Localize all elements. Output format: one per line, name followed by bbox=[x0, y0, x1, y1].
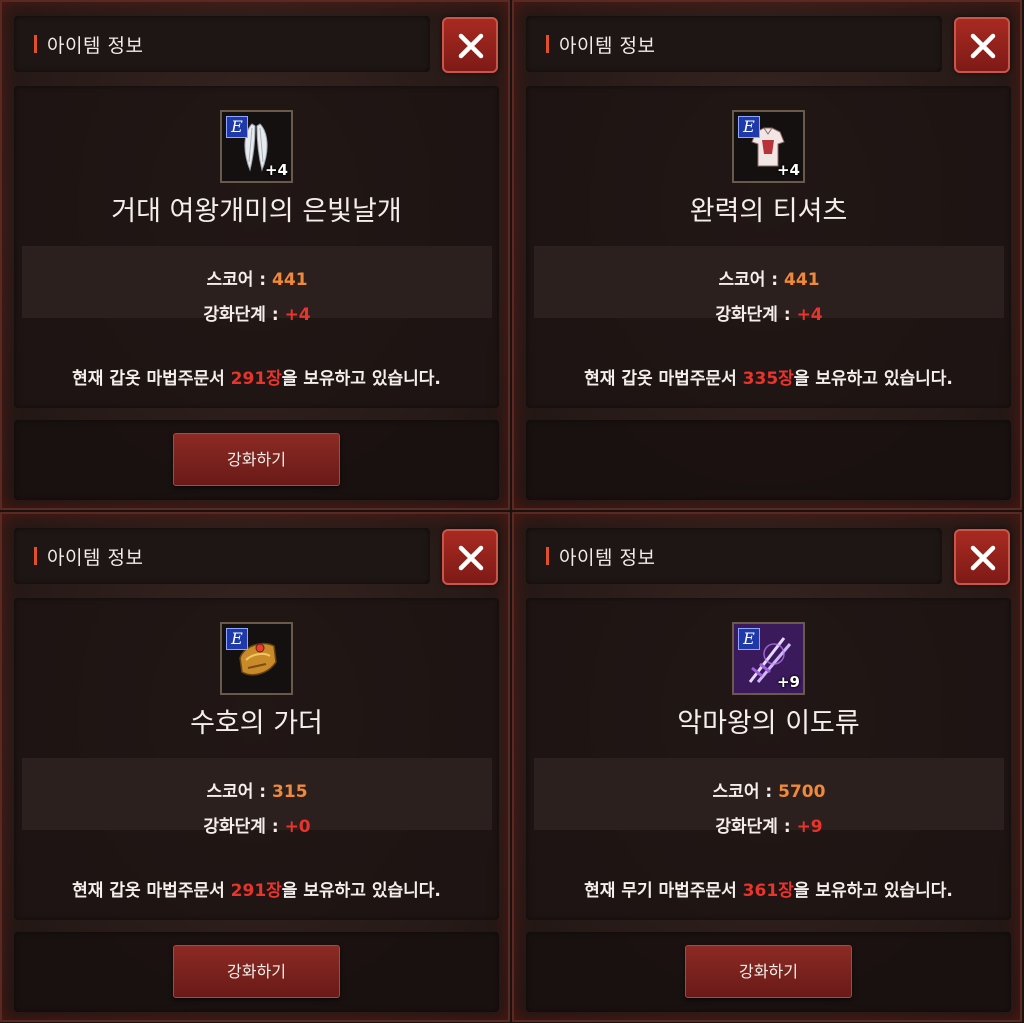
item-slot[interactable]: E bbox=[220, 622, 293, 695]
item-enhance-level: +9 bbox=[776, 673, 800, 691]
scroll-suffix: 을 보유하고 있습니다. bbox=[793, 881, 953, 901]
item-slot[interactable]: E +4 bbox=[732, 110, 805, 183]
action-box: 강화하기 bbox=[14, 420, 499, 500]
scroll-status: 현재 갑옷 마법주문서 335장을 보유하고 있습니다. bbox=[526, 364, 1011, 389]
scroll-count: 291장 bbox=[230, 369, 282, 389]
score-value: 441 bbox=[272, 270, 308, 290]
action-box: 강화하기 bbox=[14, 932, 499, 1012]
panel-title: 아이템 정보 bbox=[559, 547, 656, 569]
close-icon bbox=[970, 545, 996, 571]
item-info-panel: 아이템 정보 E +9 악마왕의 이도류 스코어 : 5700 강화단계: +… bbox=[512, 512, 1022, 1022]
close-button[interactable] bbox=[954, 529, 1010, 585]
grade-badge: E bbox=[738, 116, 760, 138]
enhance-value: +4 bbox=[284, 305, 311, 325]
scroll-suffix: 을 보유하고 있습니다. bbox=[793, 369, 953, 389]
action-box bbox=[526, 420, 1011, 500]
item-info-grid: 아이템 정보 E +4 거대 여왕개미의 은빛날개 스코어 : 441 강화단계… bbox=[0, 0, 1024, 1023]
stats-box: 스코어 : 441 강화단계 : +4 bbox=[22, 246, 492, 325]
scroll-count: 335장 bbox=[742, 369, 794, 389]
stats-box: 스코어 : 441 강화단계 : +4 bbox=[534, 246, 1004, 325]
scroll-prefix: 현재 갑옷 마법주문서 bbox=[72, 369, 231, 389]
action-box: 강화하기 bbox=[526, 932, 1011, 1012]
grade-badge: E bbox=[226, 116, 248, 138]
item-name: 악마왕의 이도류 bbox=[677, 708, 860, 739]
title-bar: 아이템 정보 bbox=[14, 528, 430, 584]
stats-box: 스코어 : 315 강화단계 : +0 bbox=[22, 758, 492, 837]
score-label: 스코어 : bbox=[718, 270, 785, 290]
item-info-panel: 아이템 정보 E 수호의 가더 스코어 : 315 강화단계 : +0 현재 갑… bbox=[0, 512, 510, 1022]
score-value: 315 bbox=[272, 782, 308, 802]
stats-box: 스코어 : 5700 강화단계 : +9 bbox=[534, 758, 1004, 837]
enhance-label: 강화단계 : bbox=[715, 305, 797, 325]
enhance-label: 강화단계 : bbox=[203, 817, 285, 837]
close-button[interactable] bbox=[954, 17, 1010, 73]
score-line: 스코어 : 441 bbox=[534, 265, 1004, 290]
score-line: 스코어 : 315 bbox=[22, 777, 492, 802]
close-icon bbox=[970, 33, 996, 59]
item-name: 수호의 가더 bbox=[190, 708, 323, 739]
scroll-prefix: 현재 무기 마법주문서 bbox=[584, 881, 743, 901]
item-detail-box: E +4 거대 여왕개미의 은빛날개 스코어 : 441 강화단계 : +4 현… bbox=[14, 86, 499, 408]
close-icon bbox=[458, 545, 484, 571]
panel-title: 아이템 정보 bbox=[47, 547, 144, 569]
grade-badge: E bbox=[226, 628, 248, 650]
enhance-label: 강화단계 : bbox=[715, 817, 797, 837]
title-bar: 아이템 정보 bbox=[526, 16, 942, 72]
enhance-value: +9 bbox=[796, 817, 823, 837]
scroll-prefix: 현재 갑옷 마법주문서 bbox=[72, 881, 231, 901]
enhance-button[interactable]: 강화하기 bbox=[173, 433, 340, 486]
scroll-status: 현재 갑옷 마법주문서 291장을 보유하고 있습니다. bbox=[14, 364, 499, 389]
score-label: 스코어 : bbox=[712, 782, 779, 802]
score-line: 스코어 : 441 bbox=[22, 265, 492, 290]
enhance-label: 강화단계 : bbox=[203, 305, 285, 325]
item-slot[interactable]: E +9 bbox=[732, 622, 805, 695]
item-info-panel: 아이템 정보 E +4 완력의 티셔츠 스코어 : 441 강화단계 : +4 bbox=[512, 0, 1022, 510]
enhance-line: 강화단계 : +4 bbox=[22, 300, 492, 325]
scroll-prefix: 현재 갑옷 마법주문서 bbox=[584, 369, 743, 389]
item-enhance-level: +4 bbox=[264, 161, 288, 179]
title-accent-bar bbox=[546, 547, 549, 565]
score-line: 스코어 : 5700 bbox=[534, 777, 1004, 802]
enhance-value: +0 bbox=[284, 817, 311, 837]
item-detail-box: E +4 완력의 티셔츠 스코어 : 441 강화단계 : +4 현재 갑옷 마… bbox=[526, 86, 1011, 408]
close-button[interactable] bbox=[442, 529, 498, 585]
scroll-status: 현재 갑옷 마법주문서 291장을 보유하고 있습니다. bbox=[14, 876, 499, 901]
enhance-button[interactable]: 강화하기 bbox=[173, 945, 340, 998]
scroll-count: 291장 bbox=[230, 881, 282, 901]
item-slot[interactable]: E +4 bbox=[220, 110, 293, 183]
item-info-panel: 아이템 정보 E +4 거대 여왕개미의 은빛날개 스코어 : 441 강화단계… bbox=[0, 0, 510, 510]
score-value: 441 bbox=[784, 270, 820, 290]
scroll-suffix: 을 보유하고 있습니다. bbox=[281, 881, 441, 901]
scroll-count: 361장 bbox=[742, 881, 794, 901]
scroll-status: 현재 무기 마법주문서 361장을 보유하고 있습니다. bbox=[526, 876, 1011, 901]
panel-title: 아이템 정보 bbox=[559, 35, 656, 57]
title-bar: 아이템 정보 bbox=[526, 528, 942, 584]
scroll-suffix: 을 보유하고 있습니다. bbox=[281, 369, 441, 389]
title-accent-bar bbox=[34, 35, 37, 53]
enhance-line: 강화단계 : +4 bbox=[534, 300, 1004, 325]
score-label: 스코어 : bbox=[206, 782, 273, 802]
item-name: 완력의 티셔츠 bbox=[689, 196, 848, 227]
grade-badge: E bbox=[738, 628, 760, 650]
title-accent-bar bbox=[546, 35, 549, 53]
title-accent-bar bbox=[34, 547, 37, 565]
close-icon bbox=[458, 33, 484, 59]
enhance-line: 강화단계 : +9 bbox=[534, 812, 1004, 837]
score-value: 5700 bbox=[778, 782, 826, 802]
item-detail-box: E +9 악마왕의 이도류 스코어 : 5700 강화단계 : +9 현재 무기… bbox=[526, 598, 1011, 920]
item-detail-box: E 수호의 가더 스코어 : 315 강화단계 : +0 현재 갑옷 마법주문서… bbox=[14, 598, 499, 920]
item-name: 거대 여왕개미의 은빛날개 bbox=[111, 196, 402, 227]
close-button[interactable] bbox=[442, 17, 498, 73]
enhance-button[interactable]: 강화하기 bbox=[685, 945, 852, 998]
title-bar: 아이템 정보 bbox=[14, 16, 430, 72]
panel-title: 아이템 정보 bbox=[47, 35, 144, 57]
enhance-line: 강화단계 : +0 bbox=[22, 812, 492, 837]
enhance-value: +4 bbox=[796, 305, 823, 325]
score-label: 스코어 : bbox=[206, 270, 273, 290]
item-enhance-level: +4 bbox=[776, 161, 800, 179]
